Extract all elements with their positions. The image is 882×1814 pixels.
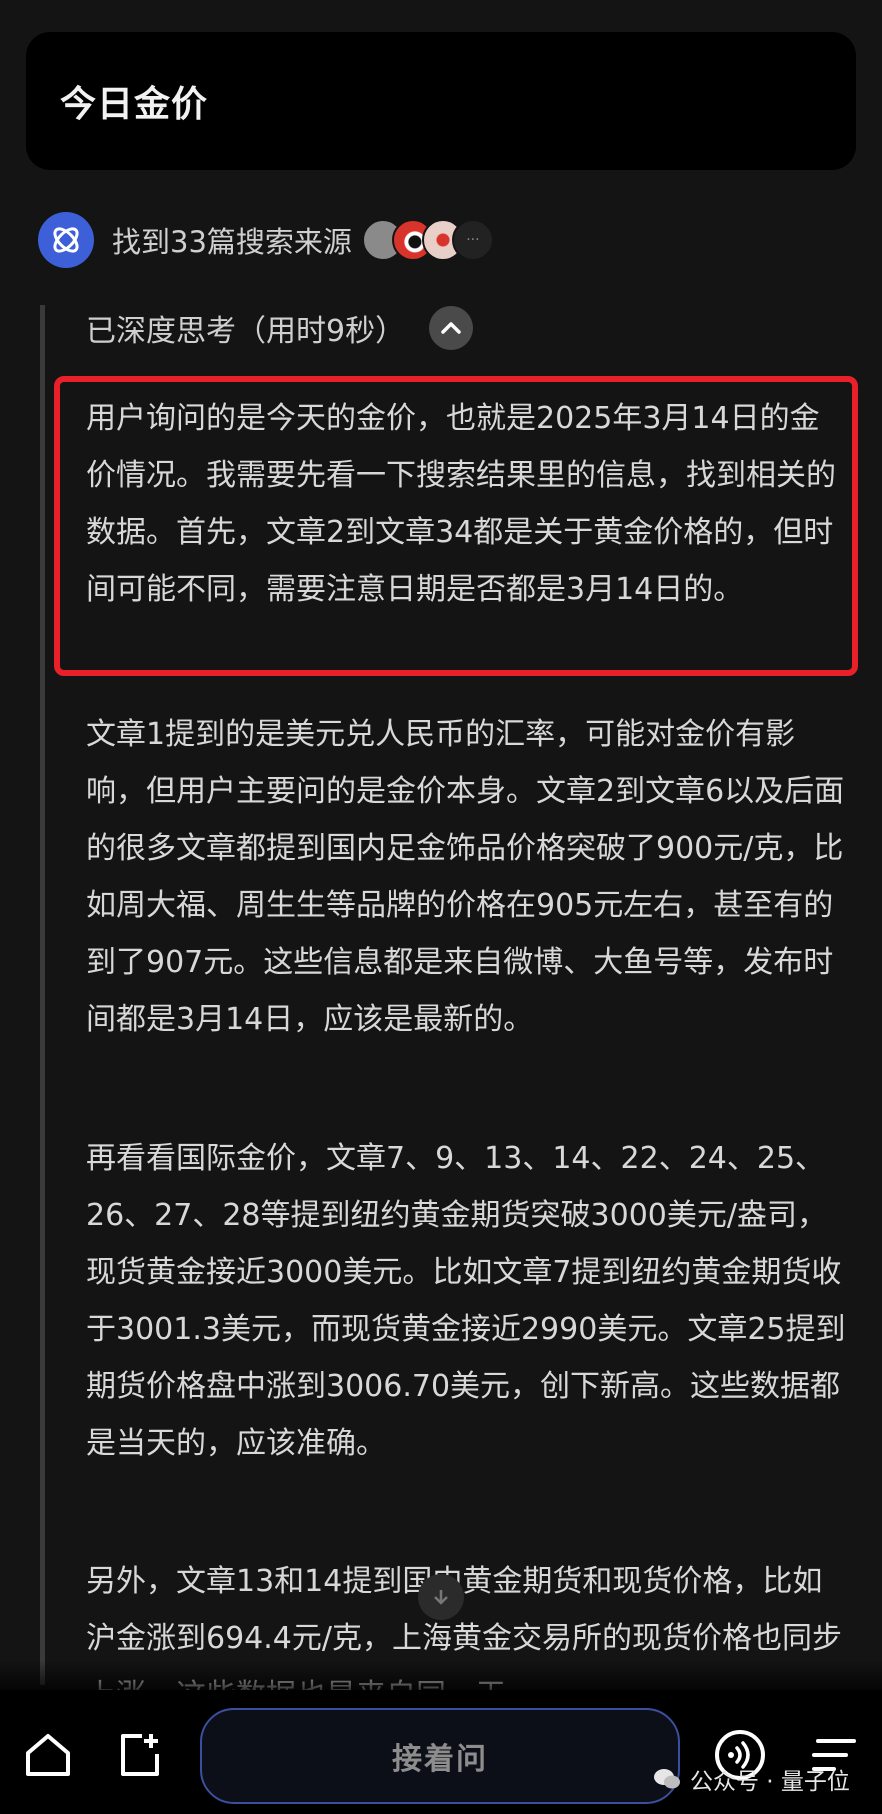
follow-up-ask-label: 接着问 [392, 1742, 488, 1777]
wechat-watermark: 公众号 · 量子位 [652, 1762, 850, 1796]
watermark-text: 公众号 · 量子位 [690, 1769, 850, 1795]
follow-up-ask-button[interactable]: 接着问 [200, 1708, 680, 1804]
collapse-thinking-button[interactable] [429, 306, 474, 350]
thinking-header[interactable]: 已深度思考（用时9秒） [86, 306, 474, 350]
assistant-avatar [38, 212, 94, 268]
sources-count-label: 找到33篇搜索来源 [112, 225, 352, 259]
thinking-paragraph: 再看看国际金价，文章7、9、13、14、22、24、25、26、27、28等提到… [86, 1141, 846, 1461]
home-icon [26, 1734, 70, 1776]
thinking-paragraph: 文章1提到的是美元兑人民币的汇率，可能对金价有影响，但用户主要问的是金价本身。文… [86, 717, 845, 1037]
chevron-up-icon [441, 322, 461, 334]
home-button[interactable] [20, 1727, 76, 1783]
new-chat-icon [121, 1734, 159, 1776]
search-sources-row[interactable]: 找到33篇搜索来源 ··· [38, 212, 494, 268]
scroll-to-bottom-button[interactable] [418, 1574, 464, 1620]
more-sources-icon: ··· [451, 219, 494, 261]
thinking-paragraph: 用户询问的是今天的金价，也就是2025年3月14日的金价情况。我需要先看一下搜索… [86, 401, 836, 607]
wechat-icon [654, 1769, 680, 1789]
user-query-bubble: 今日金价 [26, 32, 856, 170]
arrow-down-icon [434, 1590, 448, 1605]
new-chat-button[interactable] [112, 1727, 168, 1783]
user-query-text: 今日金价 [60, 84, 209, 125]
source-favicons: ··· [361, 219, 494, 261]
thinking-rail [40, 305, 45, 1685]
thinking-status-label: 已深度思考（用时9秒） [86, 314, 406, 349]
assistant-logo-icon [53, 227, 79, 253]
